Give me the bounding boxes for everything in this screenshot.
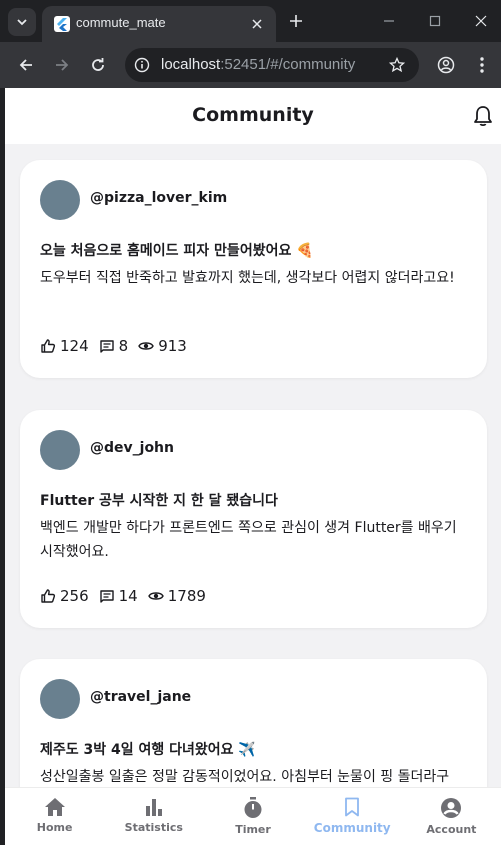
chevron-down-icon [17,19,27,26]
thumbs-up-icon [41,339,56,353]
tab-title: commute_mate [76,15,166,30]
post-body: 백엔드 개발만 하다가 프론트엔드 쪽으로 관심이 생겨 Flutter를 배우… [40,520,457,560]
comment-count: 8 [118,337,129,355]
nav-item-home[interactable]: Home [5,788,104,845]
post-card[interactable]: @dev_john Flutter 공부 시작한 지 한 달 됐습니다 백엔드 … [20,410,487,628]
address-bar[interactable]: localhost:52451/#/community [125,48,419,82]
home-icon [44,798,65,816]
forward-button[interactable] [49,52,75,78]
plus-icon [290,15,302,27]
post-card[interactable]: @pizza_lover_kim 오늘 처음으로 홈메이드 피자 만들어봤어요 … [20,160,487,378]
bookmark-star-icon[interactable] [387,55,407,75]
bookmark-icon [345,797,360,817]
browser-toolbar: localhost:52451/#/community [0,42,501,88]
view-stat: 913 [138,337,187,355]
bar-chart-icon [145,799,162,816]
post-username[interactable]: @pizza_lover_kim [90,190,227,206]
thumbs-up-icon [41,589,56,603]
post-username[interactable]: @travel_jane [90,689,191,705]
tab-close-button[interactable] [248,15,266,33]
url-host: localhost [161,56,221,73]
browser-tab[interactable]: commute_mate [42,6,276,42]
arrow-right-icon [56,59,69,71]
avatar[interactable] [40,679,80,719]
eye-icon [138,342,154,350]
close-icon [252,19,262,29]
nav-label: Statistics [124,821,183,834]
app-viewport: Community @pizza_lover_kim 오늘 처음으로 홈메이드 … [5,88,501,845]
maximize-icon [429,15,441,27]
maximize-button[interactable] [424,10,446,32]
window-close-button[interactable] [470,10,492,32]
close-icon [475,15,487,27]
comment-count: 14 [118,587,138,605]
comment-icon [99,590,114,603]
profile-button[interactable] [433,52,459,78]
post-title: 제주도 3박 4일 여행 다녀왔어요 ✈️ [40,742,256,758]
like-count: 124 [60,337,89,355]
post-feed[interactable]: @pizza_lover_kim 오늘 처음으로 홈메이드 피자 만들어봤어요 … [5,144,501,787]
url-path: :52451/#/community [220,56,356,73]
view-stat: 1789 [147,587,206,605]
view-count: 1789 [167,587,206,605]
stopwatch-icon [244,797,262,818]
like-stat[interactable]: 256 [40,587,89,605]
account-icon [441,798,462,818]
post-title: 오늘 처음으로 홈메이드 피자 만들어봤어요 🍕 [40,243,314,259]
post-title: Flutter 공부 시작한 지 한 달 됐습니다 [40,493,278,509]
view-count: 913 [158,337,187,355]
bottom-navigation: Home Statistics Timer Community Account [5,787,501,845]
post-body: 성산일출봉 일출은 정말 감동적이었어요. 아침부터 눈물이 핑 돌더라구 [40,769,450,785]
kebab-menu-icon [480,57,484,73]
reload-icon [92,58,104,71]
nav-item-account[interactable]: Account [402,788,501,845]
notifications-button[interactable] [471,104,495,128]
browser-menu-button[interactable] [469,52,495,78]
nav-label: Home [36,821,73,834]
page-title: Community [192,104,314,126]
nav-item-statistics[interactable]: Statistics [104,788,203,845]
reload-button[interactable] [85,52,111,78]
profile-icon [437,56,455,74]
nav-item-timer[interactable]: Timer [203,788,302,845]
avatar[interactable] [40,430,80,470]
like-stat[interactable]: 124 [40,337,89,355]
avatar[interactable] [40,180,80,220]
back-button[interactable] [13,52,39,78]
new-tab-button[interactable] [285,10,307,32]
nav-item-community[interactable]: Community [303,788,402,845]
nav-label: Community [313,821,391,835]
comment-stat[interactable]: 8 [99,337,129,355]
post-card[interactable]: @travel_jane 제주도 3박 4일 여행 다녀왔어요 ✈️ 성산일출봉… [20,659,487,787]
comment-stat[interactable]: 14 [99,587,138,605]
minimize-icon [384,20,394,22]
tab-search-button[interactable] [8,8,36,36]
nav-label: Timer [235,823,271,836]
browser-tab-strip: commute_mate [0,0,501,42]
comment-icon [99,340,114,353]
post-body: 도우부터 직접 반죽하고 발효까지 했는데, 생각보다 어렵지 않더라고요! [40,270,455,286]
flutter-favicon-icon [54,16,70,32]
post-username[interactable]: @dev_john [90,440,174,456]
site-info-icon[interactable] [133,56,151,74]
eye-icon [147,592,164,600]
app-bar: Community [5,88,501,144]
nav-label: Account [426,823,477,836]
minimize-button[interactable] [378,10,400,32]
arrow-left-icon [19,59,32,71]
post-stats: 256 14 1789 [40,586,216,606]
post-stats: 124 8 913 [40,336,197,356]
like-count: 256 [60,587,89,605]
url-text: localhost:52451/#/community [161,56,355,73]
bell-icon [474,106,492,127]
